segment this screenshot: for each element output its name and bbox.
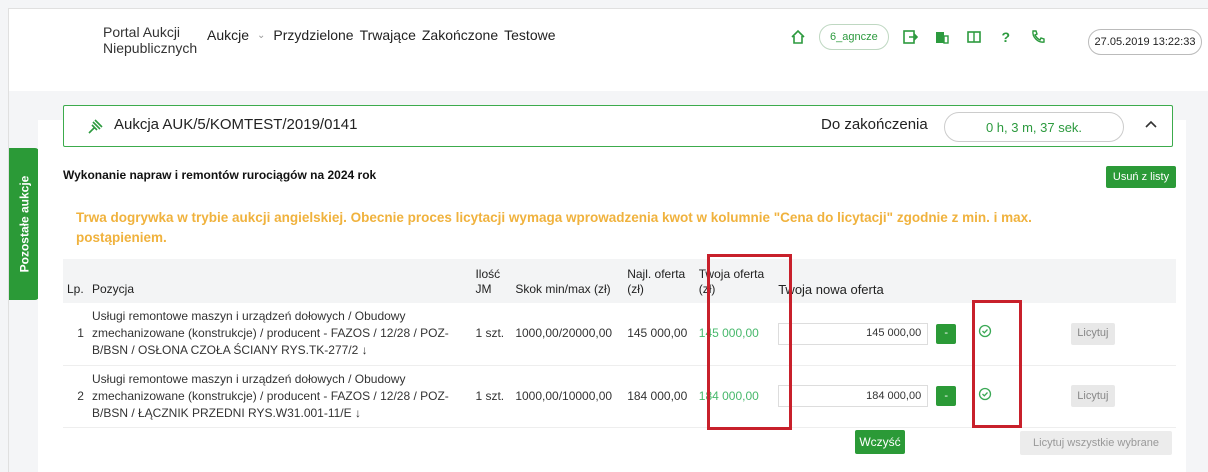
cell-your-offer: 184 000,00 — [698, 388, 759, 403]
remove-from-list-button[interactable]: Usuń z listy — [1106, 166, 1176, 188]
other-auctions-tab[interactable]: Pozostałe aukcje — [9, 148, 39, 300]
remaining-label: Do zakończenia — [821, 116, 928, 133]
check-circle-icon[interactable] — [978, 387, 992, 404]
logout-icon[interactable] — [899, 26, 921, 48]
menu-item-przydzielone[interactable]: Przydzielone — [273, 27, 353, 43]
header-select — [960, 259, 1010, 303]
user-pill[interactable]: 6_agncze — [819, 24, 889, 50]
cell-actions: Licytuj — [1010, 303, 1176, 365]
bid-button[interactable]: Licytuj — [1070, 322, 1115, 345]
menu-item-aukcje[interactable]: Aukcje — [207, 27, 249, 43]
datetime-pill: 27.05.2019 13:22:33 — [1088, 29, 1202, 55]
main-menu: Aukcje ⌄ Przydzielone Trwające Zakończon… — [207, 27, 556, 43]
chevron-down-icon[interactable]: ⌄ — [257, 30, 265, 41]
header-actions — [1010, 259, 1176, 303]
cell-actions: Licytuj — [1010, 365, 1176, 427]
other-auctions-label: Pozostałe aukcje — [17, 175, 31, 273]
cell-new-offer: 145 000,00 - — [774, 303, 960, 365]
cell-best-offer: 184 000,00 — [627, 388, 688, 403]
top-navbar: Portal Aukcji Niepublicznych — [9, 9, 1208, 91]
table-row: 2 Usługi remontowe maszyn i urządzeń doł… — [63, 365, 1176, 427]
header-new-offer: Twoja nowa oferta — [778, 282, 884, 297]
check-circle-icon[interactable] — [978, 325, 992, 341]
cell-new-offer: 184 000,00 - — [774, 365, 960, 427]
menu-item-zakonczone[interactable]: Zakończone — [422, 27, 498, 43]
home-icon[interactable] — [787, 26, 809, 48]
new-offer-input[interactable]: 145 000,00 — [778, 322, 929, 345]
menu-item-testowe[interactable]: Testowe — [504, 27, 555, 43]
logo-line-1: Portal Aukcji — [103, 24, 181, 40]
auction-header: Aukcja AUK/5/KOMTEST/2019/0141 Do zakońc… — [63, 105, 1173, 147]
header-qty: Ilość JM — [475, 267, 501, 296]
cell-qty: 1 szt. — [475, 388, 505, 403]
menu-item-trwajace[interactable]: Trwające — [360, 27, 416, 43]
cell-qty: 1 szt. — [475, 326, 505, 341]
cell-select — [960, 303, 1010, 365]
portal-logo[interactable]: Portal Aukcji Niepublicznych — [103, 24, 197, 56]
new-offer-input[interactable]: 184 000,00 — [778, 385, 929, 407]
bid-all-selected-button[interactable]: Licytuj wszystkie wybrane — [1020, 431, 1172, 455]
remaining-time: 0 h, 3 m, 37 sek. — [944, 112, 1124, 142]
table-row: 1 Usługi remontowe maszyn i urządzeń doł… — [63, 303, 1176, 365]
header-best-offer: Najl. oferta (zł) — [627, 267, 686, 296]
clear-button[interactable]: Wczyść — [855, 430, 905, 454]
header-lp: Lp. — [67, 282, 84, 296]
cell-step: 1000,00/20000,00 — [515, 326, 613, 341]
cell-position: Usługi remontowe maszyn i urządzeń dołow… — [91, 371, 449, 420]
chevron-up-icon[interactable] — [1144, 116, 1158, 132]
cell-lp: 2 — [77, 388, 84, 403]
nav-icon-bar: 6_agncze ? — [787, 24, 1049, 50]
decrease-button[interactable]: - — [936, 323, 957, 344]
header-your-offer: Twoja oferta (zł) — [698, 267, 765, 296]
header-position: Pozycja — [91, 282, 135, 296]
help-icon[interactable]: ? — [995, 26, 1017, 48]
auction-items-table: Lp. Pozycja Ilość JM Skok min/max (zł) N… — [63, 259, 1176, 428]
auction-subject: Wykonanie napraw i remontów rurociągów n… — [63, 168, 377, 182]
gavel-icon — [86, 118, 104, 141]
bid-button[interactable]: Licytuj — [1070, 385, 1115, 407]
cell-your-offer: 145 000,00 — [698, 326, 759, 341]
logo-line-2: Niepublicznych — [103, 40, 198, 56]
decrease-button[interactable]: - — [936, 386, 957, 406]
cell-best-offer: 145 000,00 — [627, 326, 688, 341]
cell-step: 1000,00/10000,00 — [515, 388, 613, 403]
notice-text: Trwa dogrywka w trybie aukcji angielskie… — [76, 210, 1032, 245]
auction-title: Aukcja AUK/5/KOMTEST/2019/0141 — [114, 116, 358, 133]
cell-select — [960, 365, 1010, 427]
building-icon[interactable] — [931, 26, 953, 48]
header-step: Skok min/max (zł) — [515, 282, 611, 296]
table-header-row: Lp. Pozycja Ilość JM Skok min/max (zł) N… — [63, 259, 1176, 303]
cell-lp: 1 — [77, 326, 84, 341]
book-icon[interactable] — [963, 26, 985, 48]
phone-icon[interactable] — [1027, 26, 1049, 48]
cell-position: Usługi remontowe maszyn i urządzeń dołow… — [91, 309, 449, 358]
